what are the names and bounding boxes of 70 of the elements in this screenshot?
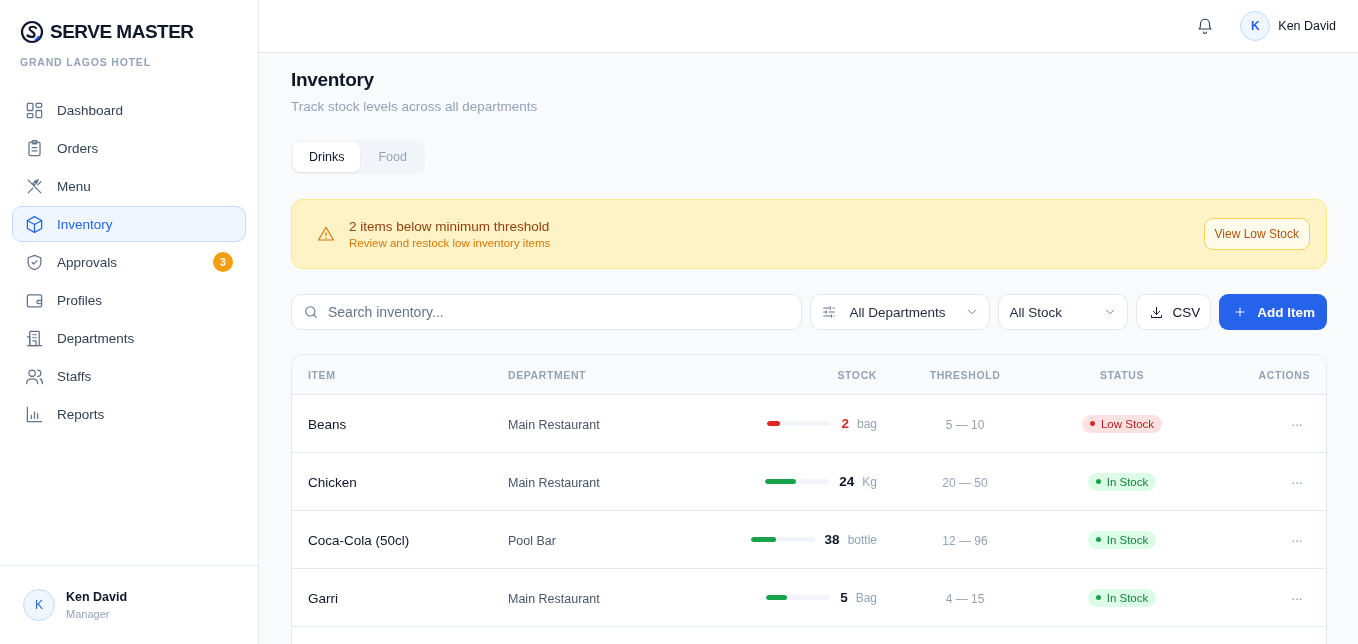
department-name: Main Restaurant [508,475,600,490]
sidebar-item[interactable]: Staffs [12,358,246,394]
column-header: STATUS [1099,368,1144,381]
user-name: Ken David [1278,19,1336,33]
add-item-button[interactable]: Add Item [1219,294,1327,330]
stock-unit: bottle [847,532,877,547]
tab[interactable]: Drinks [293,142,361,172]
threshold-range: 12 — 96 [942,533,988,548]
bar-chart-icon [25,404,44,424]
clipboard-icon [25,138,44,158]
department-name: Main Restaurant [508,417,600,432]
grid-icon [25,100,44,120]
column-header: STOCK [837,368,877,381]
stock-unit: bag [856,416,877,431]
hotel-name: GRAND LAGOS HOTEL [20,56,151,68]
sidebar-item[interactable]: Departments [12,320,246,356]
department-name: Main Restaurant [508,591,600,606]
page-title: Inventory [291,69,375,91]
sidebar-item[interactable]: Inventory [12,206,246,242]
user-role: Manager [66,608,111,620]
user-name: Ken David [66,590,128,604]
status-badge: Low Stock [1081,414,1163,433]
alert-title: 2 items below minimum threshold [349,219,551,234]
item-name: Garri [308,590,338,606]
sidebar-item[interactable]: Dashboard [12,92,246,128]
status-badge: In Stock [1087,530,1157,549]
logo-icon [20,20,44,44]
download-icon [1149,304,1165,320]
search-field[interactable]: Search inventory... [291,294,803,330]
sliders-icon [821,304,838,320]
user-avatar[interactable]: K [1240,11,1271,41]
stock-unit: Kg [862,474,877,489]
alert-message: Review and restock low inventory items [349,237,551,249]
status-badge: In Stock [1087,472,1157,491]
utensils-icon [25,176,44,196]
brand-name: SERVE MASTER [50,21,194,43]
threshold-range: 5 — 10 [945,417,985,432]
plus-icon [1233,305,1248,319]
view-low-stock-button[interactable]: View Low Stock [1203,218,1310,250]
department-name: Pool Bar [508,533,556,548]
sidebar-item[interactable]: Reports [12,396,246,432]
shield-check-icon [25,252,44,272]
count-badge: 3 [213,252,233,272]
user-avatar: K [23,589,55,621]
item-name: Coca-Cola (50cl) [308,532,410,548]
csv-export-button[interactable]: CSV [1136,294,1212,330]
stock-dropdown[interactable]: All Stock [998,294,1129,330]
column-header: ACTIONS [1258,368,1310,381]
sidebar-item[interactable]: Profiles [12,282,246,318]
column-header: ITEM [308,368,336,381]
page-subtitle: Track stock levels across all departments [291,99,538,114]
warning-icon [317,225,335,243]
column-header: DEPARTMENT [508,368,587,381]
sidebar-item[interactable]: Menu [12,168,246,204]
stock-unit: Bag [855,590,877,605]
sidebar-item[interactable]: Approvals 3 [12,244,246,280]
threshold-range: 20 — 50 [942,475,988,490]
building-icon [25,328,44,348]
stock-count: 5 [840,590,848,605]
box-icon [25,214,44,234]
status-badge: In Stock [1087,588,1157,607]
threshold-range: 4 — 15 [945,591,985,606]
stock-count: 2 [841,416,849,431]
column-header: THRESHOLD [929,368,1001,381]
stock-count: 24 [839,474,855,489]
sidebar-item[interactable]: Orders [12,130,246,166]
item-name: Chicken [308,474,357,490]
stock-count: 38 [824,532,840,547]
item-name: Beans [308,416,347,432]
department-dropdown[interactable]: All Departments [810,294,991,330]
